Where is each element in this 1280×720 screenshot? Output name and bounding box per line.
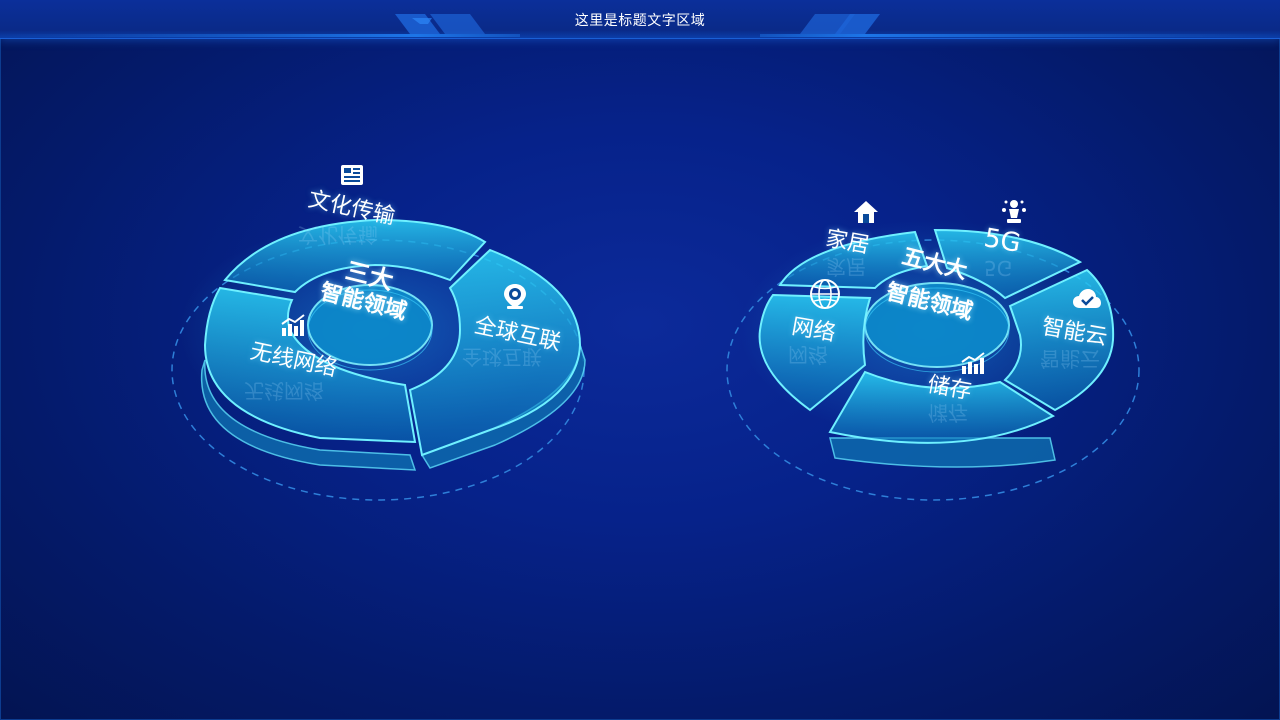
bar-chart-icon — [281, 314, 305, 336]
left-segment-reflection-culture: 文化传输 — [298, 223, 378, 247]
bar-chart-icon — [961, 352, 985, 374]
right-segment-reflection-storage: 储存 — [928, 401, 968, 425]
left-segment-reflection-global: 全球互联 — [462, 345, 542, 369]
header-bar: 这里是标题文字区域 — [0, 0, 1280, 39]
location-pin-icon — [504, 284, 526, 309]
right-segment-reflection-network: 网络 — [788, 343, 828, 367]
right-segment-reflection-5g: 5G — [984, 256, 1013, 280]
right-segment-reflection-cloud: 智能云 — [1040, 347, 1100, 371]
right-segment-label-5g: 5G — [981, 223, 1024, 259]
cloud-check-icon — [1073, 289, 1101, 308]
page-title: 这里是标题文字区域 — [574, 13, 706, 29]
left-segment-reflection-wireless: 无线网络 — [244, 379, 324, 403]
home-icon — [854, 201, 878, 223]
newspaper-icon — [341, 165, 363, 185]
globe-icon — [810, 279, 840, 309]
chess-piece-icon — [1002, 200, 1026, 223]
